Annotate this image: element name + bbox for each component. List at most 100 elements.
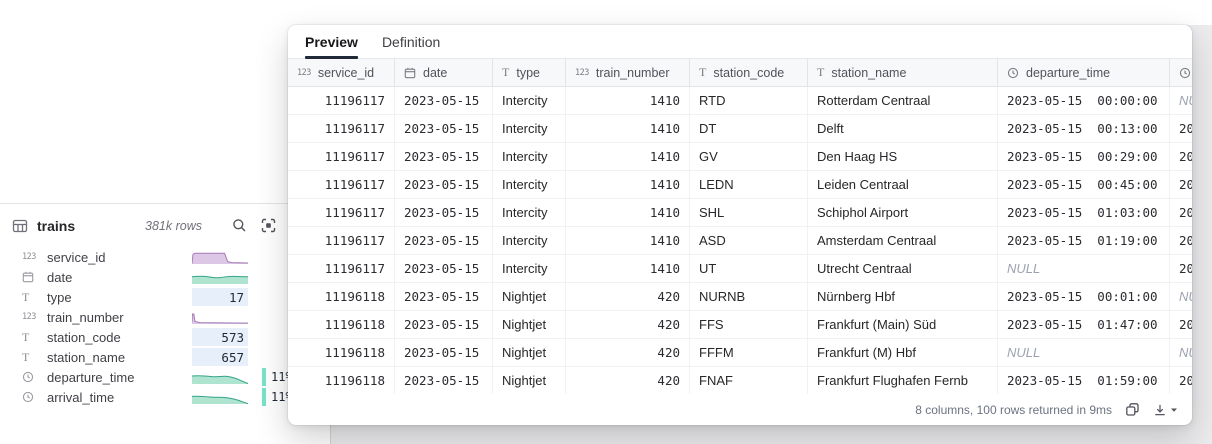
cell-station-code[interactable]: FNAF <box>690 367 808 394</box>
cell-date[interactable]: 2023-05-15 <box>395 283 493 310</box>
cell-station-code[interactable]: NURNB <box>690 283 808 310</box>
cell-train-number[interactable]: 1410 <box>566 227 690 254</box>
cell-station-code[interactable]: UT <box>690 255 808 282</box>
cell-station-name[interactable]: Frankfurt (Main) Süd <box>808 311 998 338</box>
cell-departure-time[interactable]: 2023-05-15 01:59:00 <box>998 367 1170 394</box>
cell-service-id[interactable]: 11196117 <box>288 199 395 226</box>
field-row-departure-time[interactable]: departure_time 11% <box>0 367 288 387</box>
cell-type[interactable]: Intercity <box>493 115 566 142</box>
column-header-type[interactable]: T type <box>493 59 566 86</box>
column-header-departure-time[interactable]: departure_time <box>998 59 1170 86</box>
cell-station-name[interactable]: Frankfurt Flughafen Fernb <box>808 367 998 394</box>
column-header-date[interactable]: date <box>395 59 493 86</box>
cell-date[interactable]: 2023-05-15 <box>395 87 493 114</box>
cell-arrival-time[interactable]: 20 <box>1170 255 1192 282</box>
cell-type[interactable]: Intercity <box>493 171 566 198</box>
cell-train-number[interactable]: 420 <box>566 311 690 338</box>
cell-service-id[interactable]: 11196117 <box>288 255 395 282</box>
column-header-station-code[interactable]: T station_code <box>690 59 808 86</box>
cell-departure-time[interactable]: 2023-05-15 01:19:00 <box>998 227 1170 254</box>
field-row-station-name[interactable]: T station_name 657 <box>0 347 288 367</box>
tab-definition[interactable]: Definition <box>382 25 440 58</box>
table-row[interactable]: 11196118 2023-05-15 Nightjet 420 FFFM Fr… <box>288 339 1192 367</box>
copy-icon[interactable] <box>1125 402 1140 417</box>
cell-station-name[interactable]: Delft <box>808 115 998 142</box>
cell-departure-time[interactable]: 2023-05-15 00:01:00 <box>998 283 1170 310</box>
cell-departure-time[interactable]: 2023-05-15 00:45:00 <box>998 171 1170 198</box>
table-row[interactable]: 11196117 2023-05-15 Intercity 1410 SHL S… <box>288 199 1192 227</box>
field-row-date[interactable]: date <box>0 267 288 287</box>
cell-arrival-time[interactable]: NULL <box>1170 283 1192 310</box>
column-header-arrival-time[interactable]: arrival_time <box>1170 59 1192 86</box>
cell-service-id[interactable]: 11196118 <box>288 311 395 338</box>
cell-date[interactable]: 2023-05-15 <box>395 339 493 366</box>
tab-preview[interactable]: Preview <box>305 25 358 58</box>
expand-focus-icon[interactable] <box>261 218 276 233</box>
cell-train-number[interactable]: 1410 <box>566 115 690 142</box>
table-row[interactable]: 11196117 2023-05-15 Intercity 1410 LEDN … <box>288 171 1192 199</box>
cell-date[interactable]: 2023-05-15 <box>395 227 493 254</box>
cell-station-name[interactable]: Frankfurt (M) Hbf <box>808 339 998 366</box>
cell-service-id[interactable]: 11196118 <box>288 339 395 366</box>
cell-departure-time[interactable]: 2023-05-15 00:13:00 <box>998 115 1170 142</box>
cell-train-number[interactable]: 1410 <box>566 199 690 226</box>
cell-station-code[interactable]: DT <box>690 115 808 142</box>
cell-train-number[interactable]: 420 <box>566 283 690 310</box>
cell-arrival-time[interactable]: 20 <box>1170 227 1192 254</box>
table-row[interactable]: 11196117 2023-05-15 Intercity 1410 UT Ut… <box>288 255 1192 283</box>
field-row-arrival-time[interactable]: arrival_time 11% <box>0 387 288 407</box>
cell-departure-time[interactable]: NULL <box>998 255 1170 282</box>
cell-type[interactable]: Intercity <box>493 87 566 114</box>
cell-date[interactable]: 2023-05-15 <box>395 199 493 226</box>
cell-date[interactable]: 2023-05-15 <box>395 255 493 282</box>
table-row[interactable]: 11196118 2023-05-15 Nightjet 420 FNAF Fr… <box>288 367 1192 394</box>
column-header-station-name[interactable]: T station_name <box>808 59 998 86</box>
cell-service-id[interactable]: 11196117 <box>288 171 395 198</box>
cell-station-name[interactable]: Den Haag HS <box>808 143 998 170</box>
cell-train-number[interactable]: 1410 <box>566 143 690 170</box>
cell-train-number[interactable]: 1410 <box>566 171 690 198</box>
field-row-service-id[interactable]: 123 service_id <box>0 247 288 267</box>
cell-station-name[interactable]: Amsterdam Centraal <box>808 227 998 254</box>
cell-service-id[interactable]: 11196117 <box>288 87 395 114</box>
field-row-train-number[interactable]: 123 train_number <box>0 307 288 327</box>
cell-train-number[interactable]: 1410 <box>566 87 690 114</box>
cell-station-name[interactable]: Utrecht Centraal <box>808 255 998 282</box>
column-header-train-number[interactable]: 123 train_number <box>566 59 690 86</box>
cell-arrival-time[interactable]: 20 <box>1170 311 1192 338</box>
search-icon[interactable] <box>232 218 247 233</box>
cell-departure-time[interactable]: 2023-05-15 00:29:00 <box>998 143 1170 170</box>
cell-departure-time[interactable]: NULL <box>998 339 1170 366</box>
cell-station-code[interactable]: ASD <box>690 227 808 254</box>
cell-date[interactable]: 2023-05-15 <box>395 143 493 170</box>
field-row-station-code[interactable]: T station_code 573 <box>0 327 288 347</box>
cell-departure-time[interactable]: 2023-05-15 01:47:00 <box>998 311 1170 338</box>
cell-arrival-time[interactable]: 20 <box>1170 171 1192 198</box>
cell-arrival-time[interactable]: 20 <box>1170 143 1192 170</box>
cell-arrival-time[interactable]: NULL <box>1170 339 1192 366</box>
field-row-type[interactable]: T type 17 <box>0 287 288 307</box>
cell-station-code[interactable]: FFFM <box>690 339 808 366</box>
cell-departure-time[interactable]: 2023-05-15 01:03:00 <box>998 199 1170 226</box>
table-row[interactable]: 11196117 2023-05-15 Intercity 1410 DT De… <box>288 115 1192 143</box>
cell-station-code[interactable]: FFS <box>690 311 808 338</box>
cell-station-name[interactable]: Schiphol Airport <box>808 199 998 226</box>
cell-date[interactable]: 2023-05-15 <box>395 367 493 394</box>
cell-arrival-time[interactable]: 20 <box>1170 199 1192 226</box>
cell-service-id[interactable]: 11196118 <box>288 283 395 310</box>
cell-type[interactable]: Nightjet <box>493 367 566 394</box>
cell-train-number[interactable]: 1410 <box>566 255 690 282</box>
cell-station-code[interactable]: SHL <box>690 199 808 226</box>
cell-date[interactable]: 2023-05-15 <box>395 115 493 142</box>
cell-station-code[interactable]: GV <box>690 143 808 170</box>
cell-arrival-time[interactable]: NULL <box>1170 87 1192 114</box>
column-header-service-id[interactable]: 123 service_id <box>288 59 395 86</box>
cell-station-code[interactable]: LEDN <box>690 171 808 198</box>
download-button[interactable] <box>1153 403 1178 417</box>
cell-type[interactable]: Nightjet <box>493 311 566 338</box>
cell-type[interactable]: Nightjet <box>493 339 566 366</box>
cell-train-number[interactable]: 420 <box>566 367 690 394</box>
table-row[interactable]: 11196117 2023-05-15 Intercity 1410 GV De… <box>288 143 1192 171</box>
cell-date[interactable]: 2023-05-15 <box>395 311 493 338</box>
cell-station-name[interactable]: Leiden Centraal <box>808 171 998 198</box>
